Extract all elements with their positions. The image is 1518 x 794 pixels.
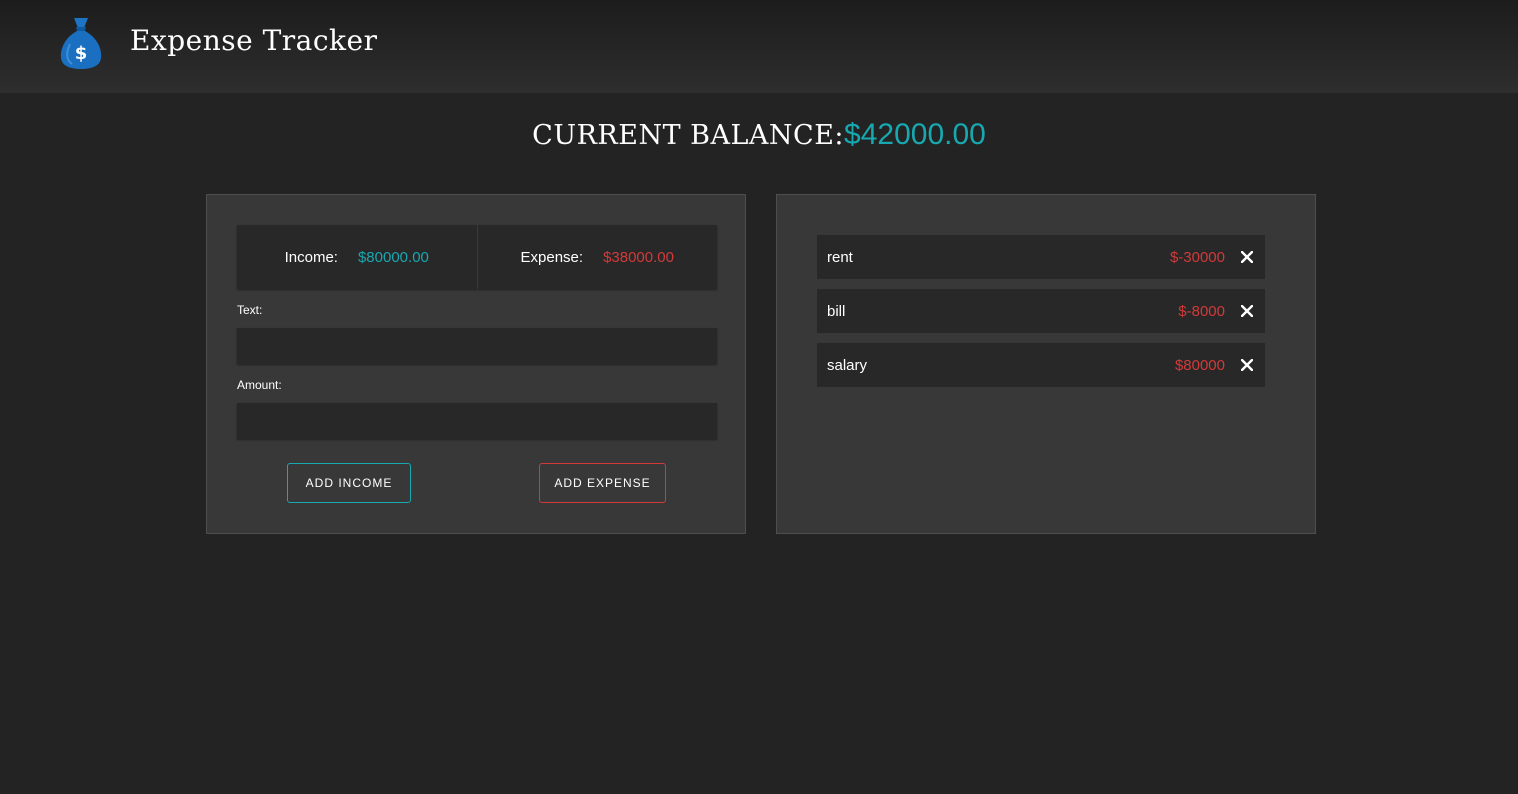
balance-row: CURRENT BALANCE:$42000.00 (0, 118, 1518, 152)
balance-value: $42000.00 (844, 118, 986, 151)
text-field-label: Text: (237, 303, 263, 317)
svg-text:$: $ (75, 43, 88, 64)
amount-input[interactable] (237, 403, 717, 439)
add-expense-button[interactable]: ADD EXPENSE (539, 463, 666, 503)
expense-summary: Expense: $38000.00 (476, 225, 718, 289)
add-income-button[interactable]: ADD INCOME (287, 463, 411, 503)
transaction-amount: $80000 (1174, 356, 1225, 374)
income-summary: Income: $80000.00 (237, 225, 477, 289)
transaction-item: salary $80000 (817, 343, 1265, 387)
expense-label: Expense: (520, 248, 584, 266)
income-label: Income: (284, 248, 338, 266)
close-icon[interactable] (1239, 303, 1255, 319)
transaction-list-panel: rent $-30000 bill $-8000 salary $80000 (776, 194, 1316, 534)
amount-field-label: Amount: (237, 378, 282, 392)
transaction-item: bill $-8000 (817, 289, 1265, 333)
transaction-text: rent (827, 248, 853, 266)
transaction-list: rent $-30000 bill $-8000 salary $80000 (817, 235, 1265, 397)
income-expense-summary: Income: $80000.00 Expense: $38000.00 (237, 225, 717, 289)
transaction-item: rent $-30000 (817, 235, 1265, 279)
money-bag-icon: $ (60, 18, 102, 69)
close-icon[interactable] (1239, 249, 1255, 265)
close-icon[interactable] (1239, 357, 1255, 373)
app-header: $ Expense Tracker (0, 0, 1518, 93)
transaction-text: salary (827, 356, 868, 374)
expense-value: $38000.00 (603, 248, 674, 266)
income-value: $80000.00 (357, 248, 429, 266)
balance-label: CURRENT BALANCE: (532, 120, 845, 151)
app-title: Expense Tracker (130, 24, 378, 57)
text-input[interactable] (237, 328, 717, 364)
transaction-text: bill (827, 302, 846, 320)
transaction-form-panel: Income: $80000.00 Expense: $38000.00 Tex… (206, 194, 746, 534)
transaction-amount: $-8000 (1178, 302, 1225, 320)
transaction-amount: $-30000 (1169, 248, 1225, 266)
